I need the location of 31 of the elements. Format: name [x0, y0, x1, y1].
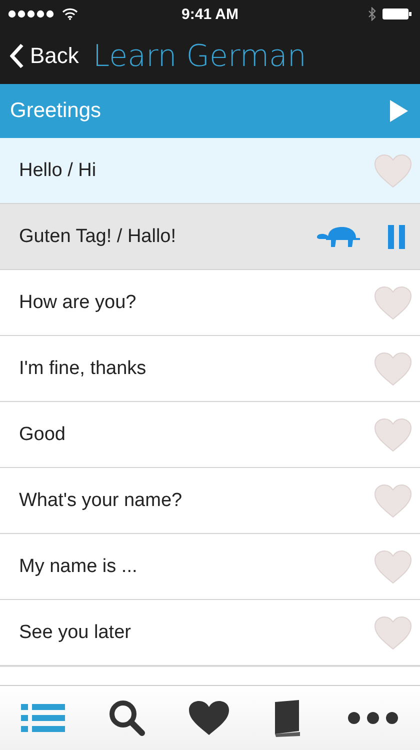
- bluetooth-icon: [368, 7, 376, 21]
- section-title: Greetings: [10, 99, 102, 123]
- phrase-row[interactable]: Hello / Hi: [0, 138, 420, 204]
- phrase-text: Good: [19, 424, 66, 446]
- signal-icon: [8, 10, 56, 18]
- heart-icon[interactable]: [374, 550, 412, 584]
- wifi-icon: [62, 8, 78, 20]
- more-icon: [346, 711, 399, 725]
- chevron-left-icon: [10, 43, 24, 69]
- phrase-row[interactable]: Guten Tag! / Hallo!: [0, 204, 420, 270]
- heart-icon[interactable]: [374, 418, 412, 452]
- phrase-text: See you later: [19, 622, 132, 644]
- back-button[interactable]: Back: [10, 43, 79, 69]
- battery-icon: [382, 8, 412, 20]
- status-time: 9:41 AM: [182, 6, 238, 22]
- screen-title: Learn German: [92, 38, 306, 74]
- heart-icon[interactable]: [374, 352, 412, 386]
- phrase-text: My name is ...: [19, 556, 138, 578]
- phrase-text: How are you?: [19, 292, 138, 314]
- phrase-text: Guten Tag! / Hallo!: [19, 226, 178, 248]
- phrase-text: Hello / Hi: [19, 160, 98, 182]
- heart-icon: [188, 700, 230, 736]
- heart-icon[interactable]: [374, 484, 412, 518]
- heart-icon[interactable]: [374, 616, 412, 650]
- phrase-text: What's your name?: [19, 490, 184, 512]
- phrase-text: I'm fine, thanks: [19, 358, 148, 380]
- play-icon[interactable]: [390, 100, 408, 122]
- list-icon: [21, 702, 66, 734]
- heart-icon[interactable]: [374, 286, 412, 320]
- turtle-icon[interactable]: [316, 226, 362, 248]
- search-icon: [108, 699, 146, 737]
